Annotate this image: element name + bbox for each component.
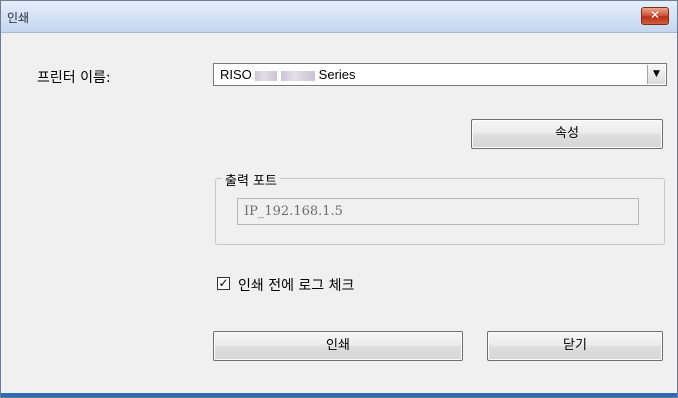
close-window-button[interactable]: ✕ (641, 7, 669, 25)
redacted-model-1 (255, 70, 278, 81)
redacted-model-2 (281, 70, 316, 81)
close-button[interactable]: 닫기 (487, 331, 663, 361)
output-port-field: IP_192.168.1.5 (237, 198, 639, 225)
window-title: 인쇄 (7, 11, 30, 25)
log-check-label[interactable]: 인쇄 전에 로그 체크 (238, 275, 354, 295)
title-bar[interactable]: 인쇄 ✕ (1, 1, 677, 33)
print-button[interactable]: 인쇄 (213, 331, 463, 361)
output-port-group-title: 출력 포트 (222, 170, 280, 189)
printer-name-select[interactable]: RISO Series ▼ (213, 63, 667, 86)
printer-name-prefix: RISO (220, 67, 252, 82)
dialog-body: 프린터 이름: RISO Series ▼ 속성 출력 포트 IP_192.16… (1, 33, 677, 397)
printer-name-label: 프린터 이름: (37, 70, 111, 86)
log-check-checkbox[interactable]: ✓ (217, 277, 230, 290)
printer-name-value: RISO Series (220, 67, 356, 82)
window-bottom-edge (1, 393, 677, 397)
printer-name-suffix: Series (318, 67, 356, 82)
chevron-down-icon[interactable]: ▼ (647, 65, 665, 84)
properties-button[interactable]: 속성 (471, 119, 663, 149)
print-dialog: 인쇄 ✕ 프린터 이름: RISO Series ▼ 속성 출력 포트 IP_1… (0, 0, 678, 398)
